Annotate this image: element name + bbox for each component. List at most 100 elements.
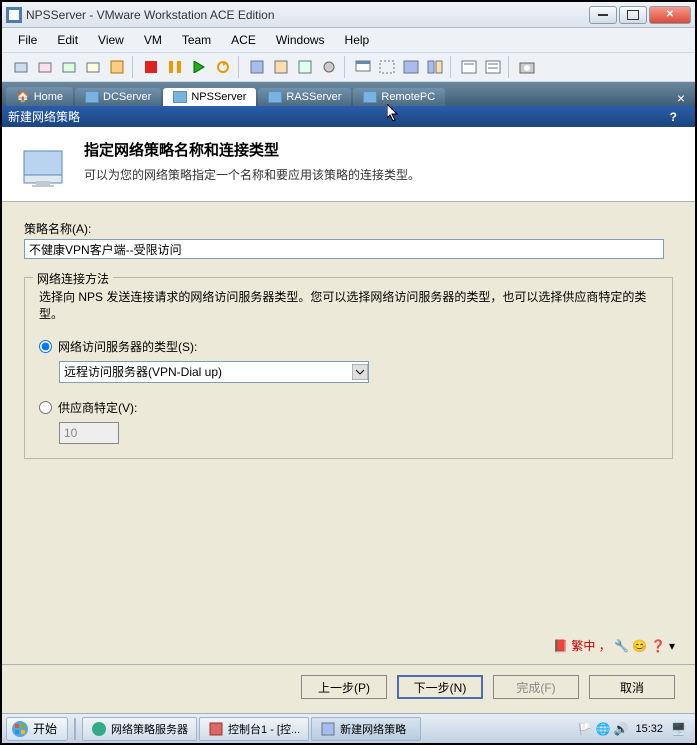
close-tab-button[interactable]: × bbox=[671, 90, 691, 106]
cancel-button[interactable]: 取消 bbox=[589, 675, 675, 699]
wizard-description: 可以为您的网络策略指定一个名称和要应用该策略的连接类型。 bbox=[84, 166, 420, 183]
radio-server-type-label: 网络访问服务器的类型(S): bbox=[58, 338, 197, 355]
system-tray: 🏳️ 🌐 🔊 15:32 🖥️ bbox=[571, 722, 691, 736]
policy-name-label: 策略名称(A): bbox=[24, 220, 673, 237]
window-titlebar: NPSServer - VMware Workstation ACE Editi… bbox=[2, 2, 695, 28]
vm-tabs-bar: 🏠 Home DCServer NPSServer RASServer Remo… bbox=[2, 82, 695, 106]
menu-team[interactable]: Team bbox=[172, 30, 221, 50]
close-button[interactable] bbox=[649, 6, 691, 24]
ace-icon[interactable] bbox=[106, 56, 128, 78]
task-label: 新建网络策略 bbox=[340, 721, 406, 737]
monitor-icon bbox=[268, 91, 282, 103]
pause-icon[interactable] bbox=[164, 56, 186, 78]
open-team-icon[interactable] bbox=[82, 56, 104, 78]
nps-icon bbox=[91, 721, 107, 737]
summary-icon[interactable] bbox=[458, 56, 480, 78]
task-label: 网络策略服务器 bbox=[111, 721, 188, 737]
radio-server-type[interactable] bbox=[39, 340, 52, 353]
monitor-icon bbox=[85, 91, 99, 103]
vm-tab-label: DCServer bbox=[103, 91, 151, 103]
task-nps[interactable]: 网络策略服务器 bbox=[82, 717, 197, 741]
vmware-toolbar bbox=[2, 52, 695, 82]
start-button[interactable]: 开始 bbox=[6, 717, 68, 741]
vm-tab-remotepc[interactable]: RemotePC bbox=[353, 88, 445, 106]
policy-icon bbox=[18, 139, 68, 189]
guest-taskbar: 开始 网络策略服务器 控制台1 - [控... 新建网络策略 🏳️ 🌐 🔊 15… bbox=[2, 713, 695, 743]
ime-icon[interactable]: 📕 bbox=[553, 639, 568, 653]
chevron-down-icon[interactable]: ▾ bbox=[669, 639, 675, 653]
policy-name-input[interactable] bbox=[24, 239, 664, 259]
wizard-icon bbox=[320, 721, 336, 737]
fullscreen-icon[interactable] bbox=[400, 56, 422, 78]
vm-tab-rasserver[interactable]: RASServer bbox=[258, 88, 351, 106]
tray-sound-icon[interactable]: 🔊 bbox=[613, 722, 627, 736]
task-wizard[interactable]: 新建网络策略 bbox=[311, 717, 421, 741]
wizard-titlebar: 新建网络策略 ? bbox=[2, 106, 695, 127]
open-vm-icon[interactable] bbox=[34, 56, 56, 78]
group-description: 选择向 NPS 发送连接请求的网络访问服务器类型。您可以选择网络访问服务器的类型… bbox=[39, 288, 658, 322]
wizard-title: 新建网络策略 bbox=[8, 108, 80, 125]
ime-tray: 📕 繁中 ， 🔧 😊 ❓ ▾ bbox=[2, 631, 695, 660]
windows-logo-icon bbox=[11, 720, 29, 738]
task-label: 控制台1 - [控... bbox=[228, 721, 300, 737]
ime-help-icon[interactable]: ❓ bbox=[651, 639, 666, 653]
wizard-button-bar: 上一步(P) 下一步(N) 完成(F) 取消 bbox=[2, 664, 695, 713]
new-team-icon[interactable] bbox=[58, 56, 80, 78]
menu-help[interactable]: Help bbox=[335, 30, 380, 50]
server-type-select[interactable]: 远程访问服务器(VPN-Dial up) bbox=[59, 361, 369, 383]
wizard-body: 策略名称(A): 网络连接方法 选择向 NPS 发送连接请求的网络访问服务器类型… bbox=[2, 202, 695, 631]
stop-icon[interactable] bbox=[140, 56, 162, 78]
wizard-header: 指定网络策略名称和连接类型 可以为您的网络策略指定一个名称和要应用该策略的连接类… bbox=[2, 127, 695, 202]
ime-smile-icon[interactable]: 😊 bbox=[632, 639, 647, 653]
radio-vendor-specific[interactable] bbox=[39, 401, 52, 414]
menu-vm[interactable]: VM bbox=[134, 30, 172, 50]
menu-file[interactable]: File bbox=[8, 30, 47, 50]
app-icon bbox=[6, 7, 22, 23]
menu-windows[interactable]: Windows bbox=[266, 30, 335, 50]
group-title: 网络连接方法 bbox=[33, 270, 113, 287]
manage-snapshot-icon[interactable] bbox=[294, 56, 316, 78]
revert-icon[interactable] bbox=[270, 56, 292, 78]
settings-icon[interactable] bbox=[318, 56, 340, 78]
reset-icon[interactable] bbox=[212, 56, 234, 78]
ime-tool-icon[interactable]: 🔧 bbox=[614, 639, 629, 653]
vm-tab-home[interactable]: 🏠 Home bbox=[6, 87, 73, 106]
capture-icon[interactable] bbox=[516, 56, 538, 78]
unity-icon[interactable] bbox=[424, 56, 446, 78]
prev-button[interactable]: 上一步(P) bbox=[301, 675, 387, 699]
minimize-button[interactable] bbox=[589, 6, 617, 24]
vendor-id-spinner bbox=[59, 422, 119, 444]
task-console[interactable]: 控制台1 - [控... bbox=[199, 717, 309, 741]
appliance-icon[interactable] bbox=[482, 56, 504, 78]
home-icon: 🏠 bbox=[16, 90, 30, 103]
menu-ace[interactable]: ACE bbox=[221, 30, 266, 50]
menu-edit[interactable]: Edit bbox=[47, 30, 88, 50]
tray-network-icon[interactable]: 🌐 bbox=[595, 722, 609, 736]
radio-vendor-specific-label: 供应商特定(V): bbox=[58, 399, 137, 416]
new-vm-icon[interactable] bbox=[10, 56, 32, 78]
play-icon[interactable] bbox=[188, 56, 210, 78]
next-button[interactable]: 下一步(N) bbox=[397, 675, 483, 699]
maximize-button[interactable] bbox=[619, 6, 647, 24]
tray-desktop-icon[interactable]: 🖥️ bbox=[671, 722, 685, 736]
mmc-icon bbox=[208, 721, 224, 737]
help-icon[interactable]: ? bbox=[670, 110, 677, 124]
ime-text[interactable]: 繁中 ， bbox=[571, 639, 610, 653]
menu-view[interactable]: View bbox=[88, 30, 134, 50]
monitor-icon bbox=[173, 91, 187, 103]
show-console-icon[interactable] bbox=[352, 56, 374, 78]
window-title: NPSServer - VMware Workstation ACE Editi… bbox=[26, 8, 589, 22]
vm-tab-npsserver[interactable]: NPSServer bbox=[163, 88, 256, 106]
vm-tab-label: RASServer bbox=[286, 91, 341, 103]
finish-button: 完成(F) bbox=[493, 675, 579, 699]
snapshot-icon[interactable] bbox=[246, 56, 268, 78]
clock[interactable]: 15:32 bbox=[631, 723, 667, 735]
guest-display: 新建网络策略 ? 指定网络策略名称和连接类型 可以为您的网络策略指定一个名称和要… bbox=[2, 106, 695, 743]
vm-tab-dcserver[interactable]: DCServer bbox=[75, 88, 161, 106]
connection-method-group: 网络连接方法 选择向 NPS 发送连接请求的网络访问服务器类型。您可以选择网络访… bbox=[24, 277, 673, 459]
vm-tab-label: Home bbox=[34, 91, 63, 103]
menubar: File Edit View VM Team ACE Windows Help bbox=[2, 28, 695, 52]
vm-tab-label: NPSServer bbox=[191, 91, 246, 103]
tray-flag-icon[interactable]: 🏳️ bbox=[577, 722, 591, 736]
quick-switch-icon[interactable] bbox=[376, 56, 398, 78]
